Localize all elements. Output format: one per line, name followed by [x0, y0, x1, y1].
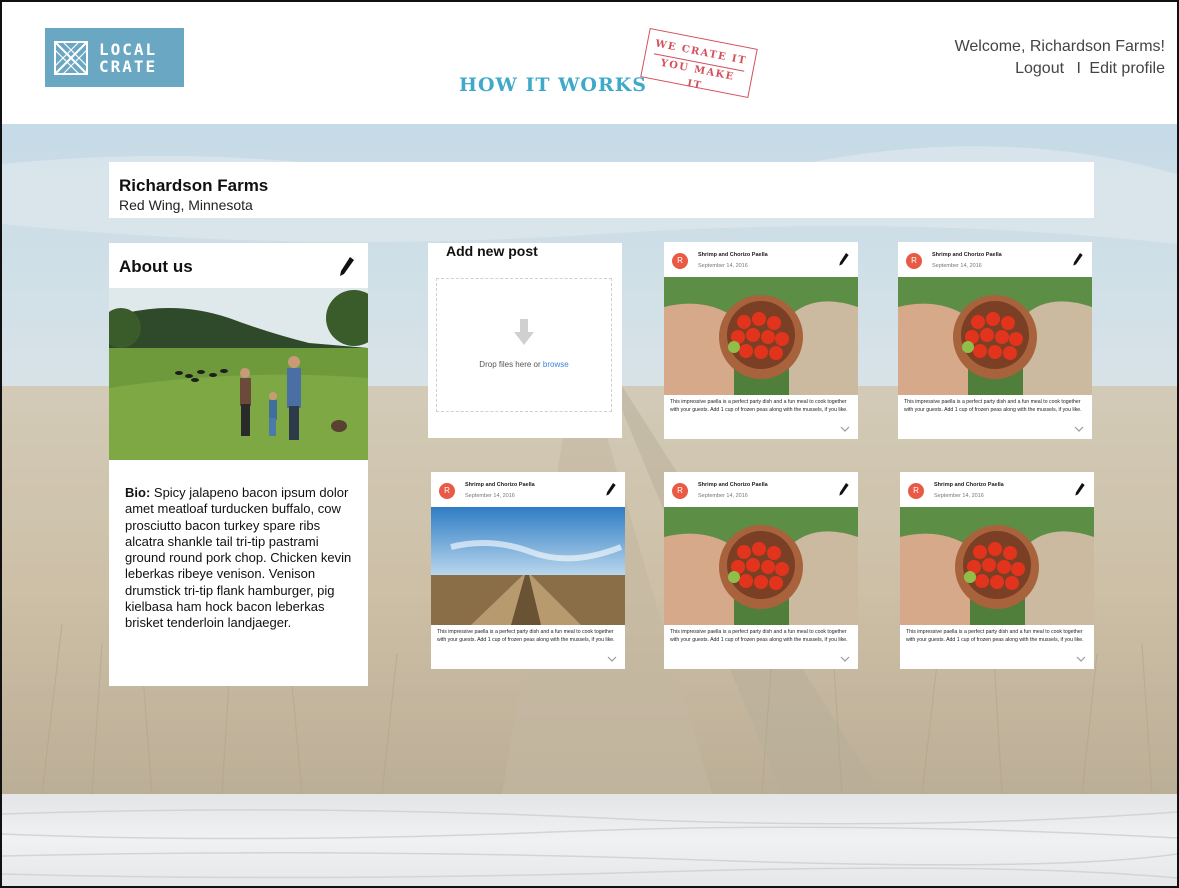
post-card[interactable]: R Shrimp and Chorizo Paella September 14… [431, 472, 625, 669]
farm-location: Red Wing, Minnesota [119, 197, 253, 213]
post-image-tomatoes [664, 507, 858, 625]
pencil-icon[interactable] [1074, 481, 1086, 497]
farm-name: Richardson Farms [119, 176, 269, 195]
post-card[interactable]: R Shrimp and Chorizo Paella September 14… [664, 472, 858, 669]
file-dropzone[interactable]: Drop files here or browse [436, 278, 612, 412]
logo-line-2: CRATE [99, 56, 158, 76]
post-title: Shrimp and Chorizo Paella [698, 252, 768, 258]
post-title: Shrimp and Chorizo Paella [932, 252, 1002, 258]
post-text: This impressive paella is a perfect part… [437, 629, 615, 643]
avatar: R [439, 483, 455, 499]
post-text: This impressive paella is a perfect part… [906, 629, 1084, 643]
post-image-tomatoes [664, 277, 858, 395]
post-image-field [431, 507, 625, 625]
pencil-icon[interactable] [338, 255, 356, 277]
drop-text: Drop files here or browse [437, 360, 611, 369]
post-text: This impressive paella is a perfect part… [904, 399, 1082, 413]
user-box: Welcome, Richardson Farms! Logout I Edit… [955, 36, 1165, 80]
logo-text: LOCAL CRATE [99, 41, 157, 75]
chevron-down-icon[interactable] [1076, 656, 1086, 663]
wood-grain-image [2, 809, 1177, 879]
stamp-badge: WE CRATE IT YOU MAKE IT [640, 27, 758, 102]
welcome-text: Welcome, Richardson Farms! [954, 38, 1165, 55]
arrow-down-icon [514, 319, 534, 345]
farm-banner: Richardson Farms Red Wing, Minnesota [109, 162, 1094, 218]
tomatoes-image [900, 507, 1094, 625]
post-image-tomatoes [898, 277, 1092, 395]
avatar: R [908, 483, 924, 499]
header: LOCAL CRATE HOW IT WORKS WE CRATE IT YOU… [2, 2, 1177, 126]
logo[interactable]: LOCAL CRATE [45, 28, 184, 87]
logout-link[interactable]: Logout [1015, 60, 1064, 77]
post-card[interactable]: R Shrimp and Chorizo Paella September 14… [900, 472, 1094, 669]
edit-profile-link[interactable]: Edit profile [1089, 60, 1165, 77]
post-text: This impressive paella is a perfect part… [670, 399, 848, 413]
about-card: About us Bio: Spicy jalapeno bacon ipsum… [109, 243, 368, 686]
about-photo [109, 288, 368, 460]
about-title: About us [119, 257, 193, 276]
bio-content: Spicy jalapeno bacon ipsum dolor amet me… [125, 485, 352, 631]
post-card[interactable]: R Shrimp and Chorizo Paella September 14… [664, 242, 858, 439]
tomatoes-image [664, 507, 858, 625]
family-field-image [109, 288, 368, 460]
chevron-down-icon[interactable] [607, 656, 617, 663]
drop-label: Drop files here or [479, 360, 543, 369]
bio-text: Bio: Spicy jalapeno bacon ipsum dolor am… [125, 485, 360, 632]
wood-footer-background [2, 794, 1177, 886]
link-separator: I [1076, 60, 1081, 77]
avatar: R [906, 253, 922, 269]
tomatoes-image [898, 277, 1092, 395]
pencil-icon[interactable] [838, 481, 850, 497]
user-links: Logout I Edit profile [955, 58, 1165, 80]
how-it-works-link[interactable]: HOW IT WORKS [459, 74, 647, 96]
post-title: Shrimp and Chorizo Paella [934, 482, 1004, 488]
logo-line-1: LOCAL [99, 39, 158, 59]
browse-link[interactable]: browse [543, 360, 569, 369]
pencil-icon[interactable] [838, 251, 850, 267]
post-date: September 14, 2016 [698, 263, 748, 269]
post-title: Shrimp and Chorizo Paella [465, 482, 535, 488]
post-text: This impressive paella is a perfect part… [670, 629, 848, 643]
bio-label: Bio: [125, 485, 151, 500]
tomatoes-image [664, 277, 858, 395]
post-title: Shrimp and Chorizo Paella [698, 482, 768, 488]
avatar: R [672, 483, 688, 499]
post-card[interactable]: R Shrimp and Chorizo Paella September 14… [898, 242, 1092, 439]
crate-logo-icon [54, 40, 88, 75]
pencil-icon[interactable] [605, 481, 617, 497]
pencil-icon[interactable] [1072, 251, 1084, 267]
add-post-title: Add new post [446, 243, 538, 259]
post-date: September 14, 2016 [934, 493, 984, 499]
chevron-down-icon[interactable] [1074, 426, 1084, 433]
chevron-down-icon[interactable] [840, 426, 850, 433]
post-date: September 14, 2016 [465, 493, 515, 499]
post-date: September 14, 2016 [932, 263, 982, 269]
chevron-down-icon[interactable] [840, 656, 850, 663]
field-road-image [431, 507, 625, 625]
add-post-card: Add new post Drop files here or browse [428, 243, 622, 438]
avatar: R [672, 253, 688, 269]
post-image-tomatoes [900, 507, 1094, 625]
post-date: September 14, 2016 [698, 493, 748, 499]
